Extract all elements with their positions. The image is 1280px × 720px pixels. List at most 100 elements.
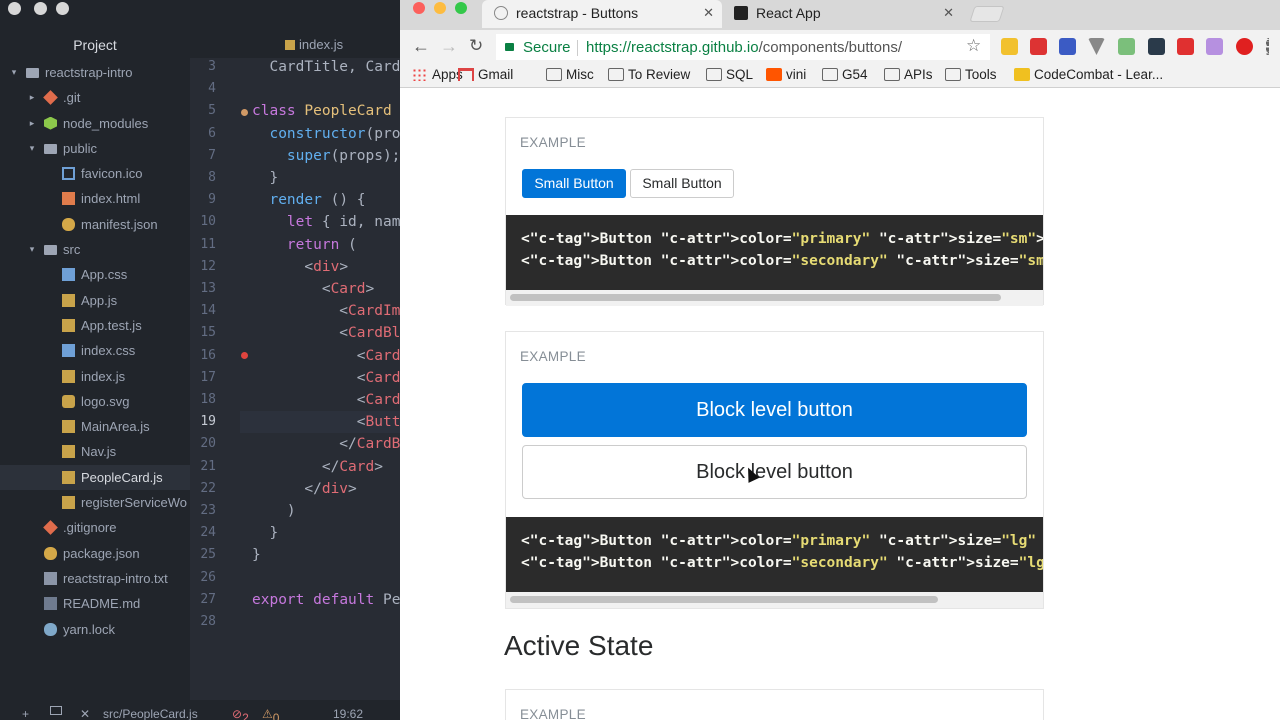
reload-icon[interactable]: ↻ [469,36,483,56]
bookmark-label: To Review [628,67,691,82]
youtube-extension-icon[interactable] [1177,38,1194,55]
horizontal-scrollbar[interactable] [506,592,1043,608]
tools-extension-icon[interactable] [1118,38,1135,55]
bookmark-star-icon[interactable]: ☆ [966,36,981,56]
editor-tab-bar: index.js [190,30,400,58]
tree-item[interactable]: reactstrap-intro.txt [0,566,190,591]
line-number: 17 [200,369,216,385]
cursor-position[interactable]: 19:62 [333,704,363,720]
tree-item[interactable]: ▾ public [0,136,190,161]
chevron-right-icon[interactable]: ▸ [26,85,38,110]
tree-item-label: index.css [81,343,136,359]
tree-item[interactable]: App.js [0,288,190,313]
tree-item[interactable]: README.md [0,591,190,616]
zoom-window-icon[interactable] [56,2,69,15]
tree-item[interactable]: index.js [0,364,190,389]
tree-item[interactable]: logo.svg [0,389,190,414]
paint-extension-icon[interactable] [1206,38,1223,55]
scrollbar-thumb[interactable] [510,294,1001,301]
tree-item-label: App.test.js [81,317,142,333]
scrollbar-thumb[interactable] [510,596,938,603]
bookmark-item[interactable]: Gmail [458,65,513,85]
bookmark-item[interactable]: Misc [546,65,594,85]
git-icon [43,520,58,536]
forward-arrow-icon[interactable]: → [440,36,458,57]
warning-count-icon[interactable]: ⚠ 0 [262,704,279,720]
tree-item[interactable]: Nav.js [0,439,190,464]
tree-item[interactable]: index.css [0,338,190,363]
minimize-window-icon[interactable] [34,2,47,15]
small-primary-button[interactable]: Small Button [522,169,626,198]
browser-tab-react-app[interactable]: React App ✕ [722,0,962,28]
error-count-icon[interactable]: ⊘ 2 [232,704,249,720]
block-primary-button[interactable]: Block level button [522,383,1027,437]
tree-item[interactable]: yarn.lock [0,617,190,642]
opera-extension-icon[interactable] [1236,38,1253,55]
horizontal-scrollbar[interactable] [506,290,1043,306]
tree-item[interactable]: ▾ src [0,237,190,262]
vue-extension-icon[interactable] [1088,38,1105,55]
tree-item[interactable]: ▸ node_modules [0,111,190,136]
close-window-icon[interactable] [413,2,425,14]
bookmark-item[interactable]: APIs [884,65,933,85]
tree-item[interactable]: MainArea.js [0,414,190,439]
bookmark-item[interactable]: vini [766,65,806,85]
json-icon [62,217,75,231]
bookmark-item[interactable]: Apps [412,65,463,85]
bookmark-item[interactable]: SQL [706,65,753,85]
status-file-path[interactable]: src/PeopleCard.js [103,704,198,720]
code-line: } [252,170,279,186]
tree-item-label: public [63,140,97,156]
code-line: <Card [252,369,400,386]
chevron-down-icon[interactable]: ▾ [8,60,20,85]
small-secondary-button[interactable]: Small Button [630,169,734,198]
tree-item[interactable]: App.css [0,262,190,287]
block-secondary-button[interactable]: Block level button [522,445,1027,499]
close-window-icon[interactable] [8,2,21,15]
extension-icon[interactable] [1001,38,1018,55]
code-sample: <"c-tag">Button "c-attr">color="primary"… [506,517,1043,592]
close-icon[interactable]: ✕ [80,704,90,720]
tree-item-label: registerServiceWo [81,495,187,511]
bookmark-item[interactable]: To Review [608,65,690,85]
minimize-window-icon[interactable] [434,2,446,14]
chevron-down-icon[interactable]: ▾ [26,136,38,161]
folder-icon [608,68,624,81]
line-number: 26 [200,569,216,585]
close-tab-icon[interactable]: ✕ [703,0,714,26]
status-bar: + ✕ src/PeopleCard.js ⊘ 2 ⚠ 0 19:62 [0,700,400,720]
chevron-right-icon[interactable]: ▸ [26,111,38,136]
zotero-extension-icon[interactable] [1059,38,1076,55]
code-line: <"c-tag">Button "c-attr">color="primary"… [521,533,1037,549]
tree-item[interactable]: manifest.json [0,212,190,237]
back-arrow-icon[interactable]: ← [412,36,430,57]
terminal-icon[interactable] [50,706,62,715]
cors-extension-icon[interactable] [1030,38,1047,55]
menu-icon[interactable] [1266,38,1270,55]
tree-item[interactable]: .gitignore [0,515,190,540]
line-number: 10 [200,214,216,230]
close-tab-icon[interactable]: ✕ [943,0,954,26]
code-editor[interactable]: CardTitle, Card class PeopleCard construc… [240,58,400,700]
browser-window: reactstrap - Buttons ✕ React App ✕ ← → ↻… [400,0,1280,720]
tree-item[interactable]: ▾ reactstrap-intro [0,60,190,85]
tree-item[interactable]: favicon.ico [0,161,190,186]
bookmark-label: APIs [904,67,933,82]
new-tab-button[interactable] [969,6,1005,22]
zoom-window-icon[interactable] [455,2,467,14]
tree-item[interactable]: registerServiceWo [0,490,190,515]
bookmark-item[interactable]: CodeCombat - Lear... [1014,65,1163,85]
tree-item[interactable]: package.json [0,541,190,566]
tree-item[interactable]: index.html [0,186,190,211]
chevron-down-icon[interactable]: ▾ [26,237,38,262]
tree-item[interactable]: PeopleCard.js [0,464,190,491]
add-icon[interactable]: + [22,704,29,720]
tree-item[interactable]: App.test.js [0,313,190,338]
bookmark-item[interactable]: Tools [945,65,997,85]
tree-item[interactable]: ▸ .git [0,85,190,110]
react-devtools-icon[interactable] [1148,38,1165,55]
editor-tab[interactable]: index.js [285,30,343,58]
browser-tab-reactstrap[interactable]: reactstrap - Buttons ✕ [482,0,722,28]
address-bar[interactable]: Secure https://reactstrap.github.io/comp… [496,34,990,60]
bookmark-item[interactable]: G54 [822,65,868,85]
